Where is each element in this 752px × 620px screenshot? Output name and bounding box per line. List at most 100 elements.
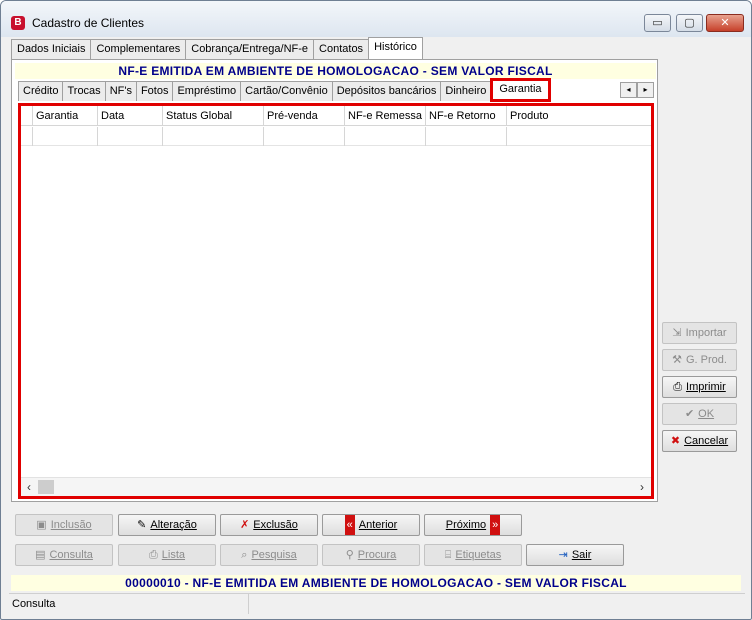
table-cell[interactable]	[33, 127, 98, 146]
ok-button[interactable]: ✔ OK	[662, 403, 737, 425]
tab-cartao-convenio[interactable]: Cartão/Convênio	[240, 81, 333, 101]
tab-complementares[interactable]: Complementares	[90, 39, 187, 59]
tab-historico[interactable]: Histórico	[368, 37, 423, 59]
history-sub-tabs: Crédito Trocas NF's Fotos Empréstimo Car…	[18, 78, 551, 102]
etiquetas-label: Etiquetas	[455, 549, 502, 561]
edit-icon: ✎	[137, 519, 147, 531]
close-button[interactable]: ✕	[706, 14, 744, 32]
consulta-button[interactable]: ▤ Consulta	[15, 544, 113, 566]
procura-label: Procura	[357, 549, 397, 561]
alteracao-label: Alteração	[150, 519, 197, 531]
scroll-left-icon[interactable]: ‹	[21, 478, 37, 496]
anterior-label: Anterior	[358, 519, 398, 531]
table-cell[interactable]	[507, 127, 651, 146]
importar-label: Importar	[685, 327, 727, 339]
gprod-label: G. Prod.	[685, 354, 727, 366]
importar-button[interactable]: ⇲ Importar	[662, 322, 737, 344]
check-icon: ✔	[684, 408, 695, 420]
column-header-status-global[interactable]: Status Global	[163, 106, 264, 126]
table-cell[interactable]	[345, 127, 426, 146]
column-header-pre-venda[interactable]: Pré-venda	[264, 106, 345, 126]
tab-depositos-bancarios[interactable]: Depósitos bancários	[331, 81, 442, 101]
pesquisa-label: Pesquisa	[251, 549, 297, 561]
tab-garantia[interactable]: Garantia	[490, 78, 551, 102]
inclusao-label: Inclusão	[50, 519, 92, 531]
tab-cobranca-entrega-nfe[interactable]: Cobrança/Entrega/NF-e	[185, 39, 315, 59]
inclusao-button[interactable]: ▣ Inclusão	[15, 514, 113, 536]
warranty-grid[interactable]: Garantia Data Status Global Pré-venda NF…	[18, 103, 654, 499]
status-bar: Consulta	[9, 593, 745, 614]
horizontal-scrollbar[interactable]: ‹ ›	[21, 477, 651, 496]
tab-scroll-arrows: ◂ ▸	[620, 82, 654, 98]
list-print-icon: ⎙	[148, 549, 158, 561]
record-homologation-banner: 00000010 - NF-E EMITIDA EM AMBIENTE DE H…	[11, 575, 741, 591]
minimize-button[interactable]: ▭	[644, 14, 671, 32]
delete-icon: ✗	[240, 519, 250, 531]
title-bar[interactable]: B Cadastro de Clientes ▭ ▢ ✕	[1, 1, 751, 37]
printer-icon: ⎙	[673, 381, 683, 393]
window-title: Cadastro de Clientes	[32, 16, 145, 30]
proximo-button[interactable]: Próximo»	[424, 514, 522, 536]
previous-icon: «	[344, 515, 355, 535]
cancel-icon: ✖	[670, 435, 681, 447]
column-header-data[interactable]: Data	[98, 106, 163, 126]
tab-emprestimo[interactable]: Empréstimo	[172, 81, 242, 101]
lista-label: Lista	[161, 549, 186, 561]
column-header-garantia[interactable]: Garantia	[33, 106, 98, 126]
add-record-icon: ▣	[36, 519, 47, 531]
tab-contatos[interactable]: Contatos	[313, 39, 370, 59]
tab-trocas[interactable]: Trocas	[62, 81, 106, 101]
homologation-banner: NF-E EMITIDA EM AMBIENTE DE HOMOLOGACAO …	[15, 63, 656, 79]
column-header-nfe-retorno[interactable]: NF-e Retorno	[426, 106, 507, 126]
tab-scroll-left-icon[interactable]: ◂	[620, 82, 637, 98]
tab-dinheiro[interactable]: Dinheiro	[440, 81, 492, 101]
tab-nfs[interactable]: NF's	[104, 81, 137, 101]
tab-credito[interactable]: Crédito	[18, 81, 64, 101]
row-indicator	[21, 127, 33, 146]
imprimir-label: Imprimir	[686, 381, 726, 393]
client-registration-window: B Cadastro de Clientes ▭ ▢ ✕ Dados Inici…	[0, 0, 752, 620]
tools-icon: ⚒	[672, 354, 682, 366]
sair-button[interactable]: ⇥ Sair	[526, 544, 624, 566]
imprimir-button[interactable]: ⎙ Imprimir	[662, 376, 737, 398]
tab-scroll-right-icon[interactable]: ▸	[637, 82, 654, 98]
lista-button[interactable]: ⎙ Lista	[118, 544, 216, 566]
row-indicator-header	[21, 106, 33, 126]
labels-icon: ⌸	[444, 549, 452, 561]
pesquisa-button[interactable]: ⌕ Pesquisa	[220, 544, 318, 566]
procura-button[interactable]: ⚲ Procura	[322, 544, 420, 566]
gprod-button[interactable]: ⚒ G. Prod.	[662, 349, 737, 371]
proximo-label: Próximo	[445, 519, 487, 531]
column-header-nfe-remessa[interactable]: NF-e Remessa	[345, 106, 426, 126]
status-mode: Consulta	[9, 594, 249, 614]
column-header-produto[interactable]: Produto	[507, 106, 651, 126]
ok-label: OK	[698, 408, 715, 420]
maximize-button[interactable]: ▢	[676, 14, 703, 32]
table-row[interactable]	[21, 127, 651, 146]
search-icon: ⌕	[241, 549, 248, 561]
table-cell[interactable]	[264, 127, 345, 146]
tab-dados-iniciais[interactable]: Dados Iniciais	[11, 39, 92, 59]
tab-fotos[interactable]: Fotos	[135, 81, 174, 101]
find-icon: ⚲	[345, 549, 354, 561]
scrollbar-thumb[interactable]	[38, 480, 54, 494]
anterior-button[interactable]: «Anterior	[322, 514, 420, 536]
next-icon: »	[490, 515, 501, 535]
main-tabs: Dados Iniciais Complementares Cobrança/E…	[11, 37, 423, 59]
grid-header: Garantia Data Status Global Pré-venda NF…	[21, 106, 651, 126]
table-cell[interactable]	[426, 127, 507, 146]
import-icon: ⇲	[672, 327, 682, 339]
table-cell[interactable]	[98, 127, 163, 146]
etiquetas-button[interactable]: ⌸ Etiquetas	[424, 544, 522, 566]
query-icon: ▤	[35, 549, 46, 561]
alteracao-button[interactable]: ✎ Alteração	[118, 514, 216, 536]
scroll-right-icon[interactable]: ›	[634, 478, 650, 496]
exit-icon: ⇥	[558, 549, 568, 561]
app-icon: B	[11, 16, 25, 30]
cancelar-label: Cancelar	[684, 435, 729, 447]
exclusao-button[interactable]: ✗ Exclusão	[220, 514, 318, 536]
cancelar-button[interactable]: ✖ Cancelar	[662, 430, 737, 452]
table-cell[interactable]	[163, 127, 264, 146]
consulta-label: Consulta	[49, 549, 93, 561]
exclusao-label: Exclusão	[253, 519, 298, 531]
